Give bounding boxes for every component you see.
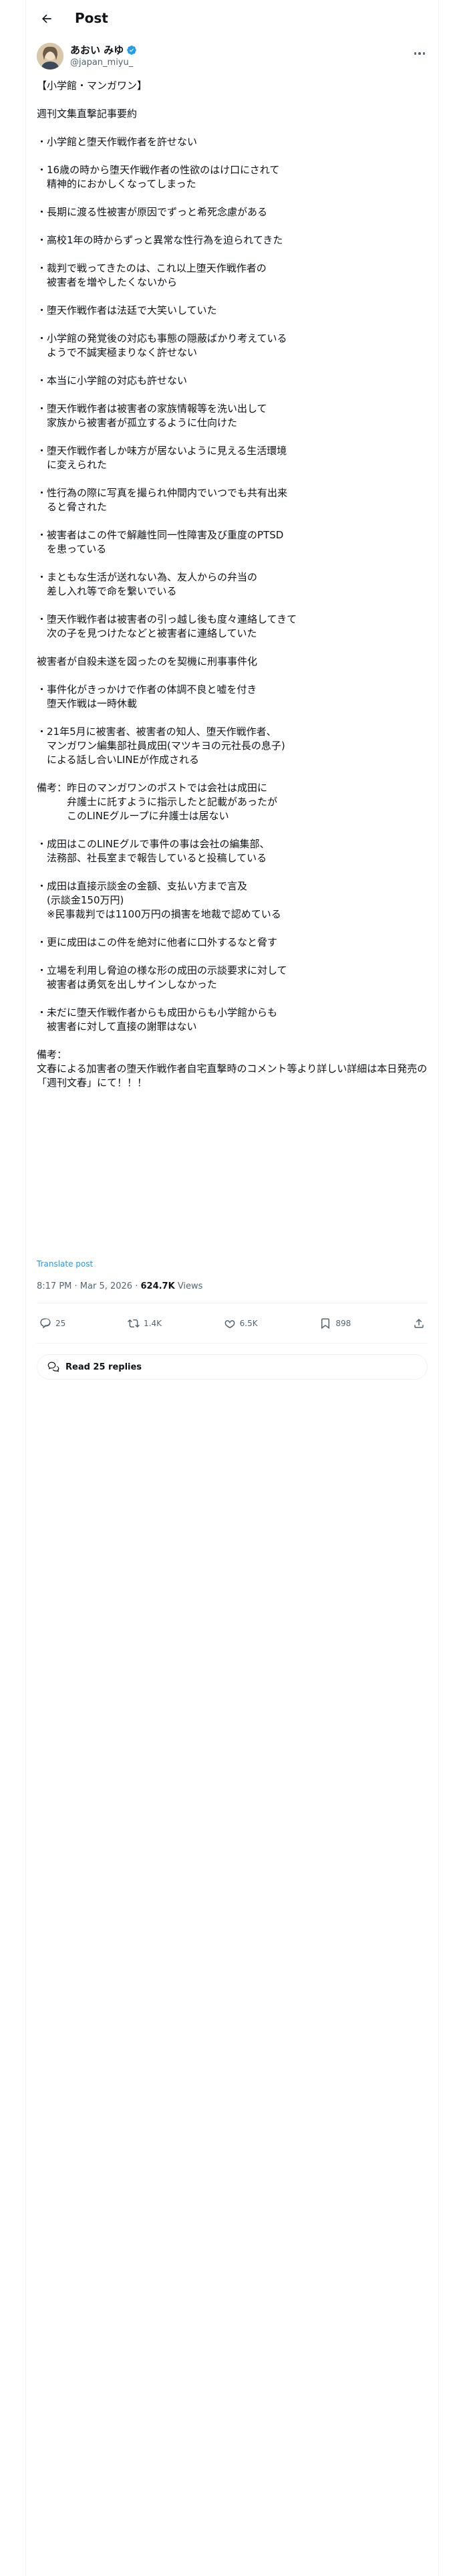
repost-icon [128, 1319, 140, 1328]
author-name[interactable]: あおい みゆ [70, 44, 137, 56]
reply-count: 25 [55, 1319, 66, 1328]
verified-badge-icon [127, 45, 137, 55]
like-count: 6.5K [239, 1319, 258, 1328]
bookmark-button[interactable]: 898 [319, 1317, 351, 1329]
views-label: Views [177, 1281, 203, 1291]
read-replies-button[interactable]: Read 25 replies [37, 1354, 428, 1380]
bookmark-count: 898 [335, 1319, 351, 1328]
arrow-left-icon [41, 14, 51, 23]
display-name-text[interactable]: あおい みゆ [70, 44, 124, 56]
author-handle[interactable]: @japan_miyu_ [70, 58, 133, 68]
more-options-button[interactable] [412, 47, 428, 60]
avatar[interactable] [37, 43, 63, 70]
reply-icon [40, 1318, 51, 1329]
repost-count: 1.4K [144, 1319, 162, 1328]
page-title: Post [75, 10, 108, 26]
meta-separator: · [135, 1281, 138, 1291]
chat-bubbles-icon [47, 1362, 59, 1372]
share-button[interactable] [413, 1317, 425, 1329]
back-button[interactable] [37, 9, 56, 28]
more-horizontal-icon [414, 52, 426, 55]
repost-button[interactable]: 1.4K [128, 1317, 162, 1329]
read-replies-label[interactable]: Read 25 replies [65, 1362, 142, 1372]
post-meta: 8:17 PM · Mar 5, 2026 · 624.7K Views [37, 1281, 202, 1293]
like-button[interactable]: 6.5K [224, 1317, 258, 1329]
heart-icon [224, 1320, 235, 1329]
post-author: あおい みゆ @japan_miyu_ [37, 43, 428, 72]
translate-post-link[interactable]: Translate post [37, 1259, 93, 1269]
action-bar: 25 1.4K 6.5K 898 [37, 1312, 428, 1335]
views-count: 624.7K [140, 1281, 175, 1291]
reply-button[interactable]: 25 [39, 1317, 65, 1329]
post-text: 【小学館・マンガワン】 週刊文集直撃記事要約 ・小学館と堕天作戦作者を許せない … [37, 80, 428, 1089]
bookmark-icon [321, 1318, 330, 1329]
divider-bottom [37, 1343, 428, 1344]
post-timestamp[interactable]: 8:17 PM · Mar 5, 2026 [37, 1281, 132, 1291]
top-bar: Post [25, 0, 439, 37]
share-icon [414, 1318, 424, 1328]
